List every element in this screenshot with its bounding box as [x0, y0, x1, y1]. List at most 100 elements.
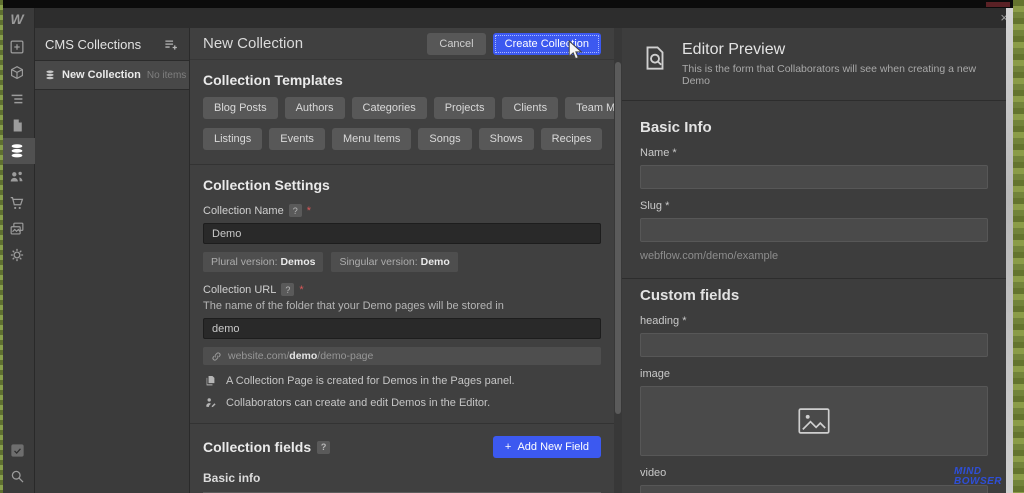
template-button[interactable]: Team Members	[565, 97, 614, 119]
basic-info-group-label: Basic info	[203, 471, 261, 485]
templates-heading: Collection Templates	[203, 72, 343, 88]
template-button[interactable]: Listings	[203, 128, 263, 150]
video-edge-artifact-left	[0, 0, 3, 493]
url-preview-text: website.com/demo/demo-page	[228, 350, 374, 362]
components-icon[interactable]	[0, 60, 35, 86]
preview-video-input[interactable]	[640, 485, 988, 493]
settings-gear-icon[interactable]	[0, 242, 35, 268]
video-progress-segment	[986, 2, 1010, 7]
template-button[interactable]: Authors	[284, 97, 345, 119]
editor-preview-icon	[640, 43, 670, 87]
video-top-strip	[0, 0, 1024, 8]
help-icon[interactable]: ?	[288, 204, 302, 217]
collection-url-input[interactable]	[203, 318, 601, 339]
collection-name-input[interactable]	[203, 223, 601, 244]
required-asterisk: *	[299, 283, 304, 296]
template-button[interactable]: Blog Posts	[203, 97, 278, 119]
cms-panel-title: CMS Collections	[45, 36, 142, 52]
templates-row-2: Listings Events Menu Items Songs Shows R…	[203, 128, 603, 150]
settings-heading: Collection Settings	[203, 177, 330, 193]
templates-row-1: Blog Posts Authors Categories Projects C…	[203, 97, 614, 119]
template-button[interactable]: Categories	[351, 97, 427, 119]
titlebar: ×	[35, 8, 1024, 28]
ecommerce-cart-icon[interactable]	[0, 190, 35, 216]
collection-templates-section: Collection Templates Blog Posts Authors …	[190, 60, 614, 165]
preview-image-label: image	[640, 368, 670, 380]
users-icon[interactable]	[0, 164, 35, 190]
pages-copy-icon	[203, 374, 218, 387]
collaborators-note-text: Collaborators can create and edit Demos …	[226, 396, 491, 409]
webflow-logo[interactable]: W	[10, 8, 23, 30]
template-button[interactable]: Projects	[433, 97, 496, 119]
preview-image-dropzone[interactable]	[640, 386, 988, 456]
collaborators-note: Collaborators can create and edit Demos …	[203, 396, 601, 409]
scrollbar-thumb[interactable]	[615, 62, 621, 414]
create-collection-button[interactable]: Create Collection	[492, 32, 601, 55]
cms-collections-icon[interactable]	[0, 138, 35, 164]
collection-item-count: No items	[146, 69, 187, 81]
preview-heading-input[interactable]	[640, 333, 988, 357]
plural-version-tag: Plural version: Demos	[203, 252, 324, 272]
collection-list-item[interactable]: New Collection No items ›	[35, 60, 197, 90]
template-button[interactable]: Events	[269, 128, 325, 150]
singular-version-tag: Singular version: Demo	[331, 252, 458, 272]
publish-check-icon[interactable]	[0, 437, 35, 463]
link-icon	[211, 351, 222, 362]
mouse-cursor	[568, 39, 583, 66]
editor-preview-titles: Editor Preview This is the form that Col…	[682, 41, 988, 87]
preview-video-label: video	[640, 467, 667, 479]
collection-url-label: Collection URL ? *	[203, 283, 304, 296]
page-title: New Collection	[203, 35, 304, 52]
collection-url-help: The name of the folder that your Demo pa…	[203, 300, 504, 312]
template-button[interactable]: Recipes	[540, 128, 603, 150]
mindbowser-watermark: MIND BOWSER	[954, 466, 1002, 487]
template-button[interactable]: Menu Items	[331, 128, 412, 150]
preview-slug-help: webflow.com/demo/example	[640, 250, 779, 262]
help-icon[interactable]: ?	[281, 283, 295, 296]
browser-scrollbar[interactable]	[1006, 8, 1013, 493]
preview-slug-input[interactable]	[640, 218, 988, 242]
preview-slug-label: Slug *	[640, 200, 670, 212]
cancel-button[interactable]: Cancel	[427, 32, 486, 55]
custom-fields-heading: Custom fields	[640, 287, 740, 304]
fields-heading: Collection fields?	[203, 439, 493, 455]
help-icon[interactable]: ?	[317, 440, 331, 454]
collection-fields-section: Collection fields? + Add New Field Basic…	[190, 424, 614, 493]
editor-preview-body: Basic Info Name * Slug * webflow.com/dem…	[622, 101, 1006, 493]
add-element-icon[interactable]	[0, 34, 35, 60]
assets-icon[interactable]	[0, 216, 35, 242]
pages-icon[interactable]	[0, 112, 35, 138]
main-panel-scrollbar[interactable]	[614, 28, 622, 493]
collection-db-icon	[44, 69, 56, 81]
main-panel-header: New Collection Cancel Create Collection	[190, 28, 614, 60]
image-placeholder-icon	[798, 408, 830, 434]
navigator-icon[interactable]	[0, 86, 35, 112]
cms-collections-panel: CMS Collections New Collection No items …	[35, 28, 197, 493]
pages-note: A Collection Page is created for Demos i…	[203, 374, 601, 387]
version-tags: Plural version: Demos Singular version: …	[203, 252, 601, 272]
preview-name-label: Name *	[640, 147, 677, 159]
webflow-designer-window: × W CMS Collections New Collection No it…	[0, 0, 1024, 493]
url-preview-bar: website.com/demo/demo-page	[203, 347, 601, 365]
required-asterisk: *	[306, 204, 311, 217]
preview-heading-label: heading *	[640, 315, 687, 327]
zoom-icon[interactable]	[0, 463, 35, 489]
preview-name-input[interactable]	[640, 165, 988, 189]
collection-name-label: Collection Name ? *	[203, 204, 311, 217]
pages-note-text: A Collection Page is created for Demos i…	[226, 374, 515, 387]
fields-header-row: Collection fields? + Add New Field	[203, 436, 601, 458]
cms-panel-header: CMS Collections	[35, 28, 189, 60]
editor-preview-header: Editor Preview This is the form that Col…	[622, 28, 1006, 101]
collection-item-name: New Collection	[62, 69, 141, 81]
editor-preview-panel: Editor Preview This is the form that Col…	[622, 28, 1006, 493]
add-new-field-button[interactable]: + Add New Field	[492, 436, 601, 458]
collection-settings-section: Collection Settings Collection Name ? * …	[190, 165, 614, 424]
editor-preview-subtitle: This is the form that Collaborators will…	[682, 63, 977, 87]
template-button[interactable]: Shows	[478, 128, 534, 150]
template-button[interactable]: Songs	[418, 128, 472, 150]
add-collection-icon[interactable]	[162, 36, 179, 53]
new-collection-panel: New Collection Cancel Create Collection …	[190, 28, 614, 493]
editor-preview-title: Editor Preview	[682, 41, 786, 58]
basic-info-heading: Basic Info	[640, 119, 712, 136]
template-button[interactable]: Clients	[502, 97, 559, 119]
